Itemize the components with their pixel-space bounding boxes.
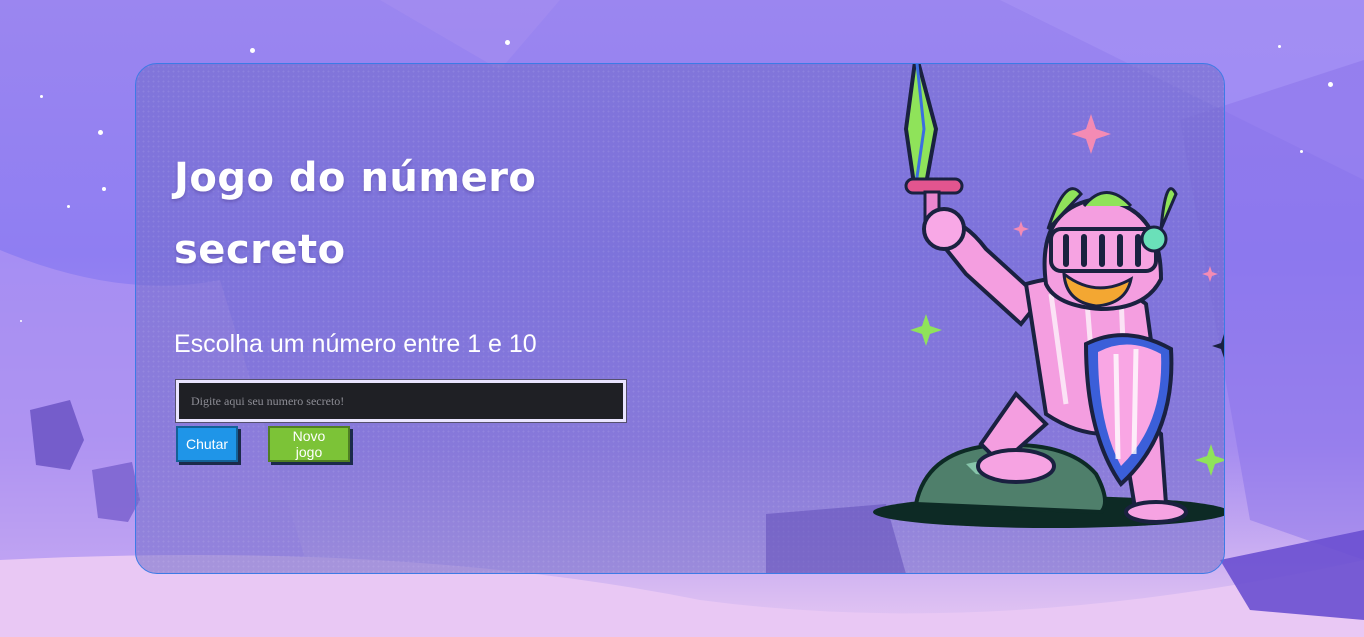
guess-input[interactable]: [175, 379, 627, 423]
knight-illustration: [766, 64, 1224, 573]
game-card: Jogo do número secreto Escolha um número…: [135, 63, 1225, 574]
new-game-button[interactable]: Novo jogo: [268, 426, 350, 462]
instruction-text: Escolha um número entre 1 e 10: [174, 330, 537, 358]
page-title: Jogo do número secreto: [174, 155, 537, 273]
kick-button[interactable]: Chutar: [176, 426, 238, 462]
